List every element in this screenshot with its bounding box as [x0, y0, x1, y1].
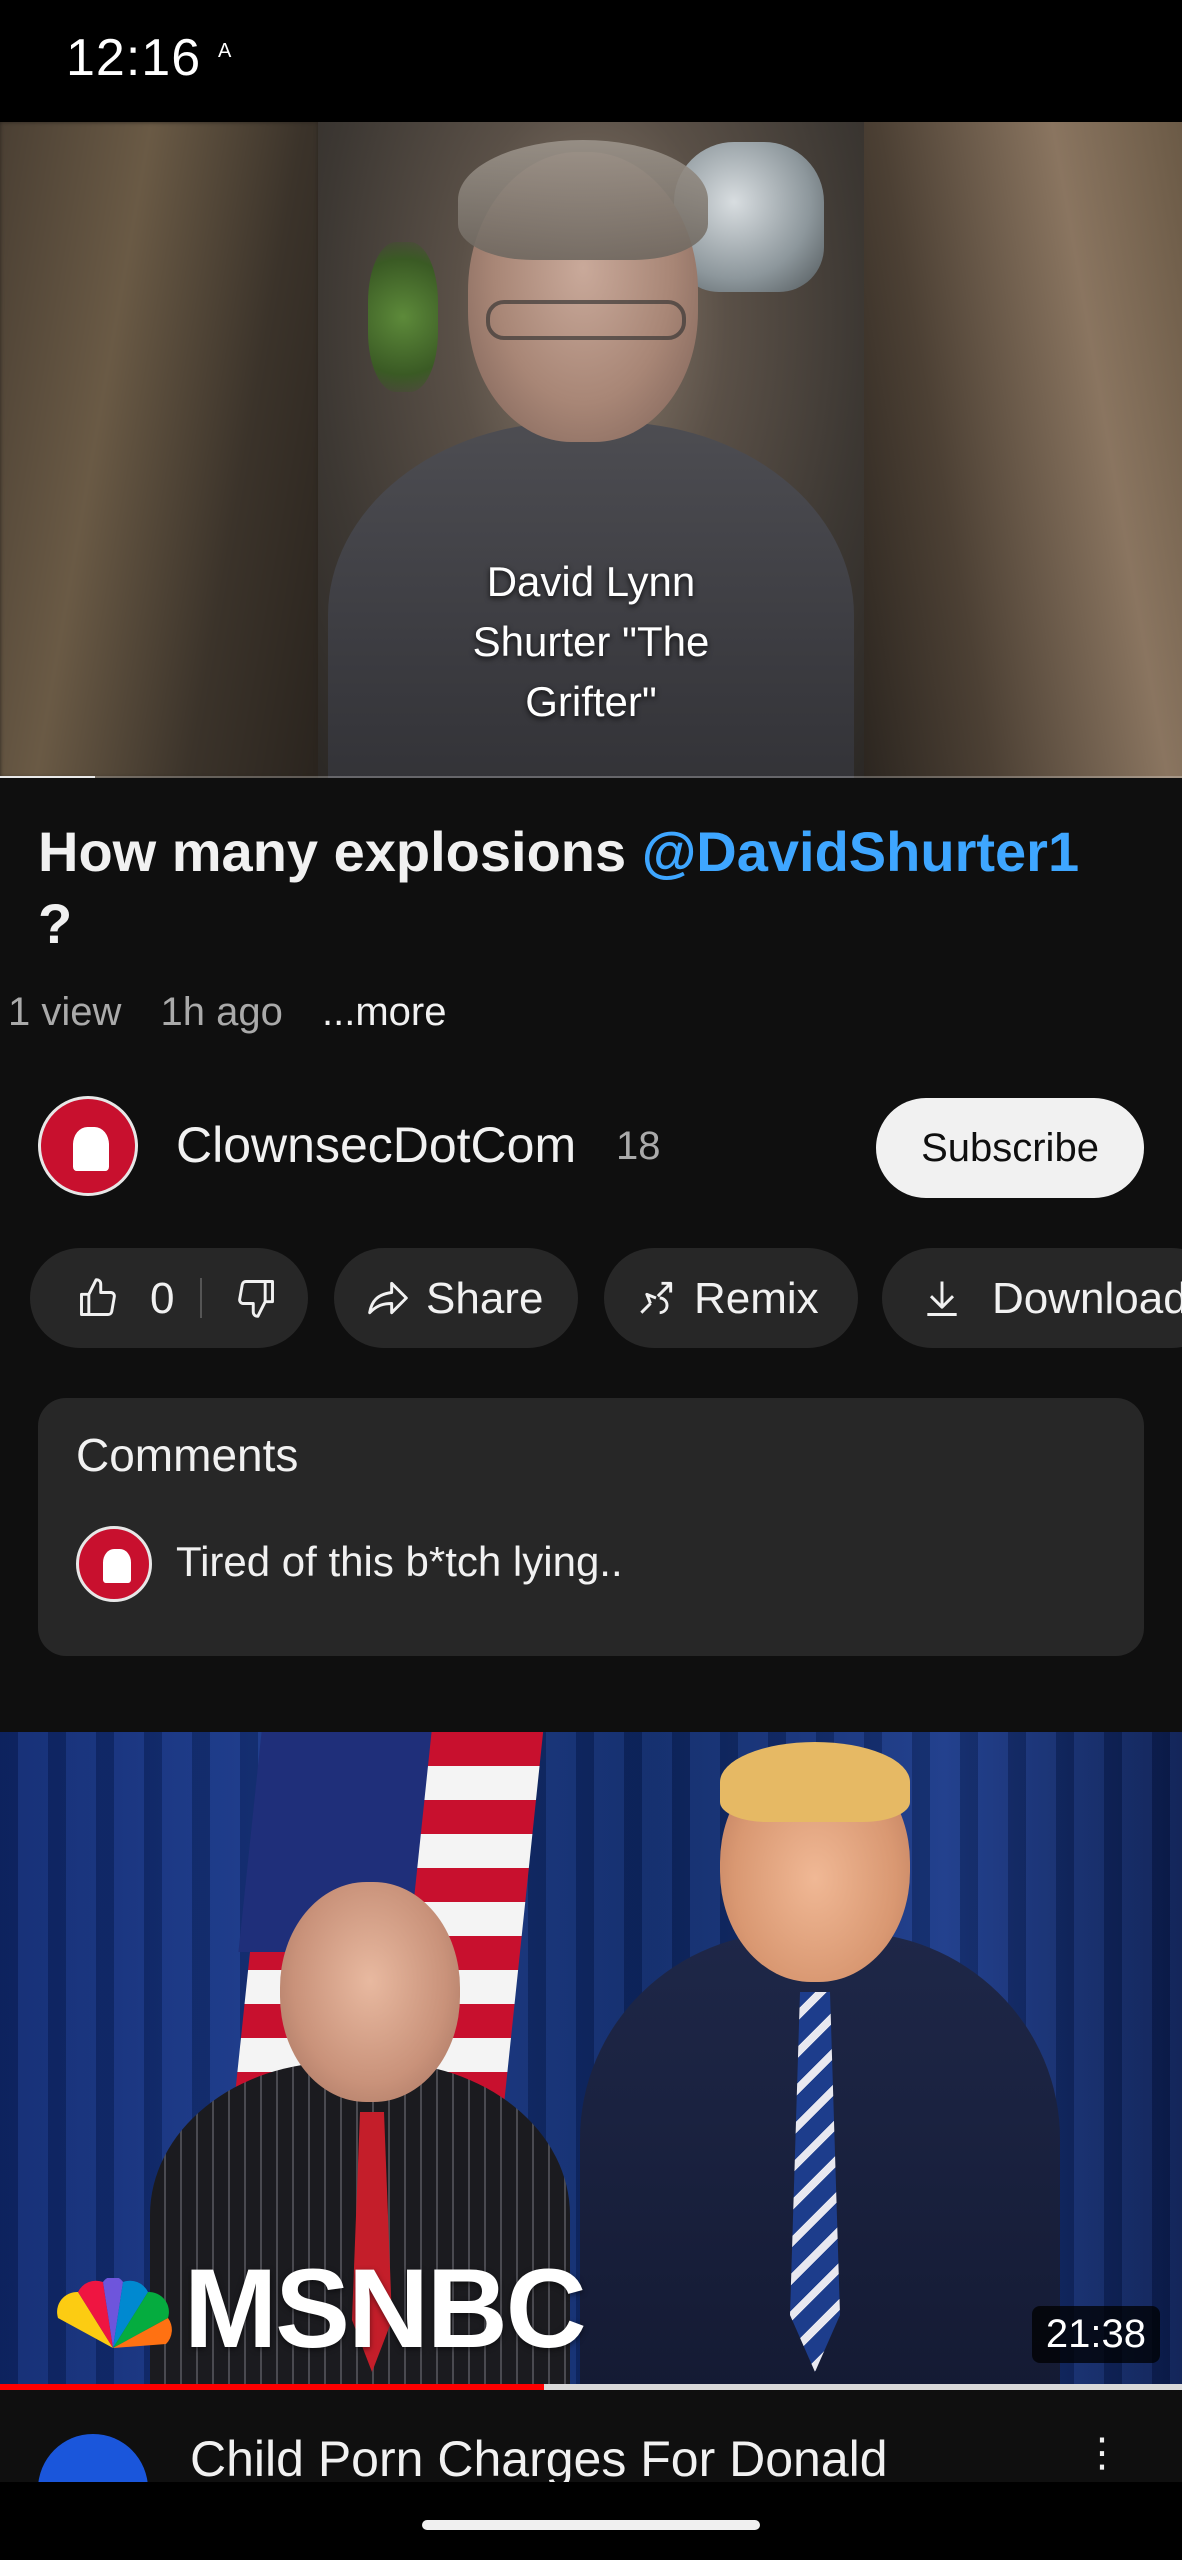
video-title: How many explosions @DavidShurter1 ? [38, 816, 1148, 960]
comments-card[interactable]: Comments Tired of this b*tch lying.. [38, 1398, 1144, 1656]
more-options-icon[interactable]: ⋮ [1082, 2430, 1122, 2476]
like-count: 0 [150, 1274, 175, 1323]
comments-title: Comments [76, 1429, 299, 1481]
remix-button[interactable]: Remix [604, 1248, 858, 1348]
player-progress-bar[interactable] [0, 776, 1182, 778]
msnbc-logo: MSNBC [48, 2244, 608, 2371]
caption-line: David Lynn [486, 558, 696, 605]
msnbc-wordmark: MSNBC [184, 2246, 587, 2371]
thumbs-down-icon[interactable] [234, 1276, 278, 1320]
person-right-hair [720, 1742, 910, 1822]
like-dislike-pill: 0 [30, 1248, 308, 1348]
download-icon [927, 1281, 957, 1316]
more-button[interactable]: ...more [322, 990, 446, 1034]
video-caption-overlay: David Lynn Shurter "The Grifter" [0, 552, 1182, 732]
clown-logo-icon [103, 1549, 131, 1583]
title-mention-link[interactable]: @DavidShurter1 [642, 820, 1079, 883]
channel-avatar[interactable] [38, 1096, 138, 1196]
speaker-hair [458, 140, 708, 260]
status-indicator-icon: A [218, 40, 232, 62]
commenter-avatar [76, 1526, 152, 1602]
home-gesture-handle[interactable] [422, 2520, 760, 2530]
top-comment-text: Tired of this b*tch lying.. [176, 1538, 623, 1585]
video-player[interactable]: David Lynn Shurter "The Grifter" [0, 122, 1182, 778]
upload-age: 1h ago [160, 990, 283, 1034]
view-count: 1 view [8, 990, 122, 1034]
like-divider [200, 1278, 202, 1318]
status-time: 12:16 [66, 29, 202, 87]
share-label: Share [426, 1274, 544, 1323]
player-progress-fill [0, 776, 95, 778]
speaker-glasses [486, 300, 686, 340]
next-video-thumbnail[interactable]: MSNBC 21:38 [0, 1732, 1182, 2390]
download-button[interactable]: Download [882, 1248, 1182, 1348]
next-video-info-row[interactable]: Child Porn Charges For Donald ⋮ [0, 2420, 1182, 2482]
channel-row: ClownsecDotCom 18 Subscribe [38, 1096, 1144, 1198]
clown-logo-icon [73, 1127, 109, 1171]
title-text: How many explosions [38, 820, 642, 883]
system-navigation-bar [0, 2482, 1182, 2560]
watched-progress-fill [0, 2384, 544, 2390]
remix-label: Remix [694, 1274, 819, 1323]
peacock-icon [57, 2278, 172, 2348]
next-channel-avatar[interactable] [38, 2434, 148, 2482]
remix-icon [640, 1281, 673, 1315]
person-left-head [280, 1882, 460, 2102]
share-button[interactable]: Share [334, 1248, 578, 1348]
share-arrow-icon [368, 1281, 408, 1315]
download-label: Download [992, 1274, 1182, 1323]
caption-line: Shurter "The [472, 618, 710, 665]
channel-name[interactable]: ClownsecDotCom [176, 1116, 576, 1174]
duration-badge: 21:38 [1031, 2306, 1160, 2363]
watched-progress-bar [0, 2384, 1182, 2390]
subscribe-button[interactable]: Subscribe [876, 1098, 1144, 1198]
title-suffix: ? [38, 892, 73, 955]
thumbs-up-icon[interactable] [76, 1276, 120, 1320]
next-video-title[interactable]: Child Porn Charges For Donald [190, 2430, 888, 2482]
background-plant [368, 242, 438, 392]
caption-line: Grifter" [525, 678, 657, 725]
video-meta[interactable]: 1 view 1h ago ...more [8, 990, 474, 1035]
action-bar: 0 Share Remix Download [30, 1248, 1182, 1348]
subscriber-count: 18 [616, 1124, 661, 1168]
status-bar: 12:16 A [0, 0, 1182, 122]
